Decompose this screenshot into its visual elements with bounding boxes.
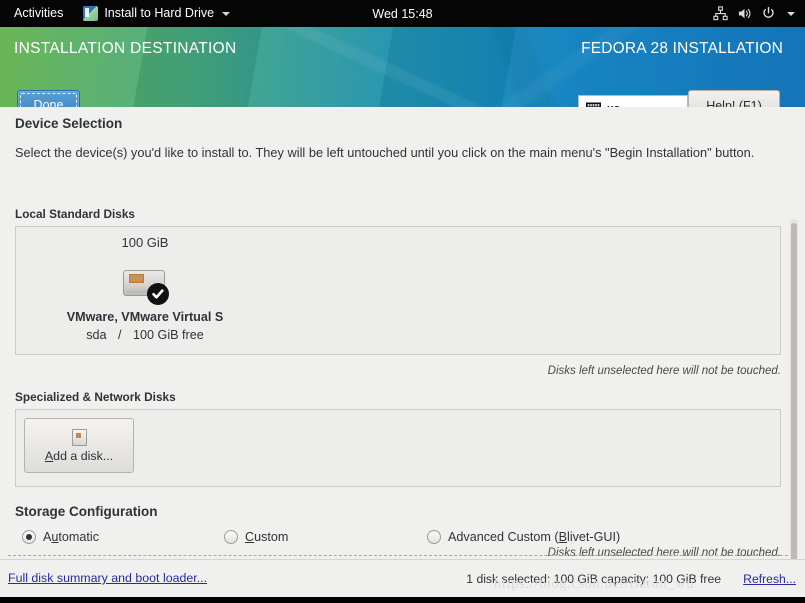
volume-icon[interactable]	[737, 6, 752, 21]
scrollbar-thumb[interactable]	[791, 223, 797, 603]
specialized-disks-panel: Add a disk...	[15, 409, 781, 487]
disk-free-space: 100 GiB free	[133, 328, 204, 342]
specialized-disks-label: Specialized & Network Disks	[15, 390, 176, 404]
system-tray	[713, 0, 795, 27]
vertical-scrollbar[interactable]	[790, 219, 798, 603]
disk-status-text: 1 disk selected; 100 GiB capacity; 100 G…	[466, 572, 721, 586]
device-selection-description: Select the device(s) you'd like to insta…	[15, 145, 755, 160]
storage-configuration-heading: Storage Configuration	[15, 504, 158, 519]
full-disk-summary-link[interactable]: Full disk summary and boot loader...	[8, 571, 207, 585]
help-button[interactable]: Help! (F1)	[688, 90, 780, 107]
refresh-link[interactable]: Refresh...	[743, 572, 796, 586]
hard-drive-icon	[123, 264, 169, 305]
tray-chevron-down-icon[interactable]	[787, 11, 795, 16]
local-disks-hint: Disks left unselected here will not be t…	[547, 365, 781, 377]
app-menu-label: Install to Hard Drive	[104, 6, 215, 20]
installer-app-icon	[83, 6, 99, 21]
radio-advanced-custom[interactable]: Advanced Custom (Blivet-GUI)	[427, 530, 620, 544]
bottom-status-bar: Full disk summary and boot loader... 1 d…	[0, 559, 805, 597]
installer-header: INSTALLATION DESTINATION FEDORA 28 INSTA…	[0, 27, 805, 107]
radio-automatic-indicator[interactable]	[22, 530, 36, 544]
app-menu-button[interactable]: Install to Hard Drive	[75, 0, 238, 27]
done-button[interactable]: Done	[17, 90, 80, 107]
disk-tile[interactable]: 100 GiB VMware, VMware Virtual S sda / 1…	[30, 235, 260, 342]
page-title: INSTALLATION DESTINATION	[14, 40, 237, 57]
disk-details: sda / 100 GiB free	[30, 328, 260, 342]
activities-button[interactable]: Activities	[0, 0, 75, 27]
radio-advanced-custom-indicator[interactable]	[427, 530, 441, 544]
screen-bottom-edge	[0, 597, 805, 603]
local-standard-disks-label: Local Standard Disks	[15, 207, 135, 221]
gnome-top-bar: Activities Install to Hard Drive Wed 15:…	[0, 0, 805, 27]
radio-advanced-custom-label: Advanced Custom (Blivet-GUI)	[448, 530, 621, 544]
power-icon[interactable]	[761, 6, 776, 21]
disk-model: VMware, VMware Virtual S	[66, 310, 224, 324]
network-icon[interactable]	[713, 6, 728, 21]
keyboard-icon	[586, 100, 601, 107]
focus-ring	[20, 93, 77, 107]
radio-custom[interactable]: Custom	[224, 530, 288, 544]
disk-device-name: sda	[86, 328, 107, 342]
keyboard-layout-indicator[interactable]: us	[578, 95, 688, 107]
local-disks-panel: 100 GiB VMware, VMware Virtual S sda / 1…	[15, 226, 781, 355]
installer-screen: Activities Install to Hard Drive Wed 15:…	[0, 0, 805, 603]
device-selection-heading: Device Selection	[15, 116, 123, 131]
main-content: Device Selection Select the device(s) yo…	[0, 107, 805, 603]
product-title: FEDORA 28 INSTALLATION	[581, 40, 783, 57]
add-a-disk-button[interactable]: Add a disk...	[24, 418, 134, 473]
chevron-down-icon	[222, 11, 231, 16]
selected-check-icon	[147, 283, 169, 305]
disk-mount-point: /	[118, 328, 122, 342]
add-a-disk-label: Add a disk...	[44, 448, 114, 463]
add-disk-icon	[71, 428, 87, 446]
radio-custom-label: Custom	[245, 530, 289, 544]
radio-automatic[interactable]: Automatic	[22, 530, 99, 544]
radio-automatic-label: Automatic	[43, 530, 100, 544]
radio-custom-indicator[interactable]	[224, 530, 238, 544]
divider	[8, 555, 798, 556]
specialized-disks-hint: Disks left unselected here will not be t…	[547, 547, 781, 559]
disk-capacity: 100 GiB	[121, 235, 169, 250]
